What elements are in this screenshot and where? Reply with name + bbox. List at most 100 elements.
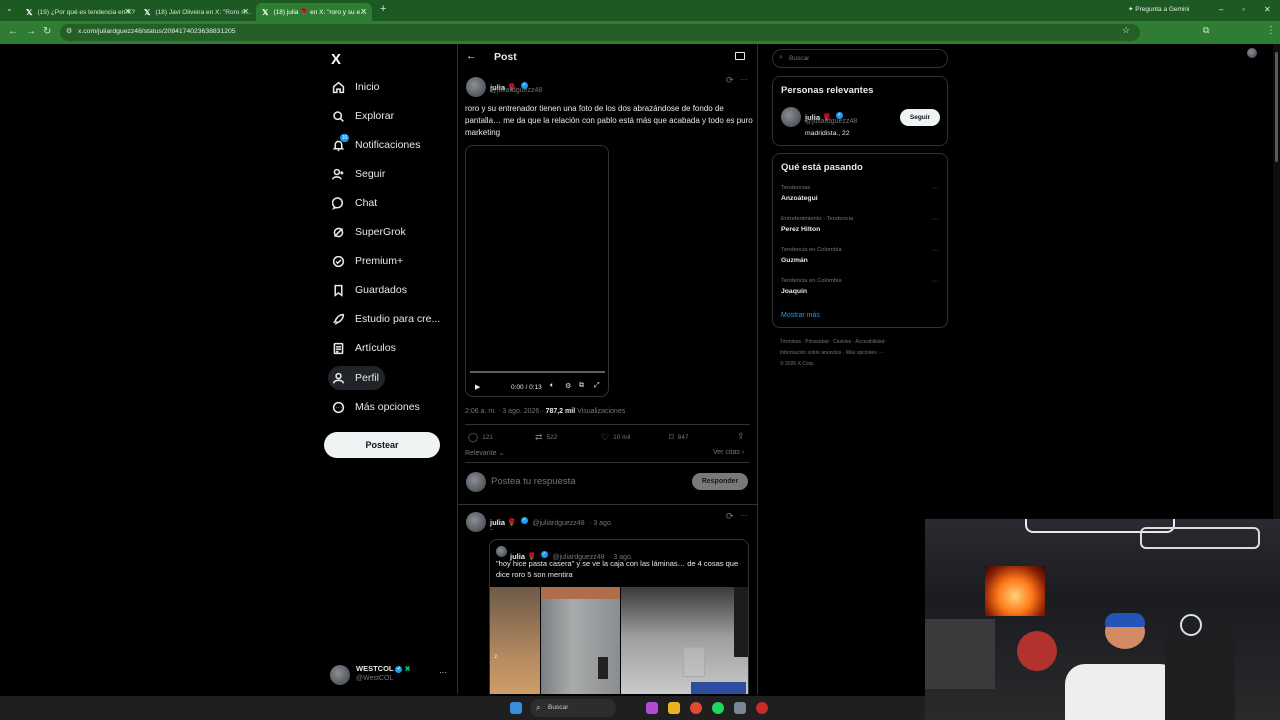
sidebar: X Inicio Explorar 16 Notificaciones Segu…	[324, 44, 458, 694]
avatar[interactable]	[781, 107, 801, 127]
close-icon[interactable]: ✕	[360, 7, 367, 16]
sort-dropdown[interactable]: Relevante ⌄	[465, 449, 504, 457]
back-icon[interactable]: ←	[8, 26, 18, 37]
fullscreen-icon[interactable]: ⤢	[594, 382, 600, 390]
reply-author[interactable]: julia 🌹 ✓ @juliardguezz48 · 3 ago.	[490, 512, 613, 530]
copilot-icon[interactable]	[646, 702, 658, 714]
close-icon[interactable]: ✕	[124, 7, 131, 16]
grok-icon[interactable]: ⟳	[726, 511, 734, 522]
trend-item[interactable]: Joaquín	[781, 288, 807, 295]
sidebar-item-notificaciones[interactable]: 16 Notificaciones	[328, 133, 426, 157]
reply-input[interactable]: Postea tu respuesta	[491, 476, 576, 487]
author-handle[interactable]: @juliardguezz48	[532, 520, 584, 527]
extensions-icon[interactable]: ⧉	[1203, 25, 1209, 36]
app-icon[interactable]	[756, 702, 768, 714]
repost-button[interactable]: ⇄ 522	[535, 432, 557, 443]
new-tab-icon[interactable]: +	[380, 3, 386, 15]
sidebar-item-perfil[interactable]: Perfil	[328, 366, 385, 390]
share-button[interactable]: ⇪	[737, 431, 749, 442]
post-timestamp[interactable]: 2:06 a. m. · 3 ago. 2026 ·	[465, 408, 544, 415]
reload-icon[interactable]: ↻	[43, 26, 51, 37]
profile-avatar-icon[interactable]	[1247, 48, 1257, 58]
trend-item[interactable]: Perez Hilton	[781, 226, 820, 233]
start-icon[interactable]	[510, 702, 522, 714]
sidebar-item-seguir[interactable]: Seguir	[328, 162, 391, 186]
forward-icon[interactable]: →	[26, 26, 36, 37]
browser-tab[interactable]: 𝕏 (18) Javi Oliveira en X: "Roro n… ✕	[138, 3, 254, 21]
sidebar-item-explorar[interactable]: Explorar	[328, 104, 400, 128]
like-button[interactable]: ♡ 10 mil	[601, 432, 630, 443]
divider	[465, 424, 750, 425]
person-handle[interactable]: @juliardguezz48	[805, 118, 857, 125]
reply-submit-button[interactable]: Responder	[692, 473, 748, 490]
taskbar-search[interactable]: ⌕ Buscar	[530, 699, 616, 717]
author-name[interactable]: julia 🌹	[490, 518, 516, 527]
grok-icon[interactable]: ⟳	[726, 75, 734, 86]
close-icon[interactable]: ✕	[242, 7, 249, 16]
sidebar-item-guardados[interactable]: Guardados	[328, 278, 413, 302]
quoted-image[interactable]: ♪	[490, 587, 540, 694]
follow-button[interactable]: Seguir	[900, 109, 940, 126]
sidebar-item-articulos[interactable]: Artículos	[328, 336, 402, 360]
video-progress-bar[interactable]	[470, 371, 605, 373]
sidebar-item-estudio[interactable]: Estudio para cre...	[328, 307, 446, 331]
quoted-image[interactable]	[621, 587, 748, 694]
url-field[interactable]: ⚙ x.com/juliardguezz48/status/2084174023…	[60, 24, 1140, 41]
avatar[interactable]	[466, 512, 486, 532]
site-info-icon[interactable]: ⚙	[66, 27, 72, 35]
more-icon[interactable]: ···	[932, 247, 939, 254]
video-player[interactable]: ▶ 0:00 / 0:13 🔈︎ ⚙ ⧉ ⤢	[465, 145, 609, 397]
more-icon[interactable]: ···	[932, 278, 939, 285]
more-icon[interactable]: ···	[932, 185, 939, 192]
footer-links[interactable]: Términos · Privacidad · Cookies · Accesi…	[780, 339, 888, 345]
trend-item[interactable]: Anzoátegui	[781, 195, 818, 202]
x-logo-icon[interactable]: X	[331, 51, 341, 68]
more-icon[interactable]: ···	[439, 668, 447, 677]
post-button[interactable]: Postear	[324, 432, 440, 458]
quoted-image[interactable]	[541, 587, 620, 694]
browser-menu-icon[interactable]: ⋮	[1266, 25, 1276, 36]
reply-button[interactable]: ◯ 121	[468, 432, 493, 443]
play-icon[interactable]: ▶	[475, 383, 480, 391]
avatar[interactable]	[466, 77, 486, 97]
pip-icon[interactable]: ⧉	[579, 382, 584, 390]
spotify-icon[interactable]	[712, 702, 724, 714]
footer-links[interactable]: Información sobre anuncios · Más opcione…	[780, 350, 883, 356]
quotes-link[interactable]: Ver citas ›	[713, 449, 744, 456]
post-date[interactable]: · 3 ago.	[589, 520, 613, 527]
account-switcher[interactable]: WESTCOL ✓ ✖ @WestCOL ···	[330, 660, 450, 688]
bookmark-button[interactable]: ⌑ 847	[669, 432, 688, 443]
maximize-icon[interactable]: ▫	[1242, 5, 1245, 14]
views-count: 787,2 mil	[545, 408, 576, 415]
volume-icon[interactable]: 🔈︎	[550, 382, 554, 390]
search-input[interactable]: ⌕ Buscar	[772, 49, 948, 68]
file-explorer-icon[interactable]	[668, 702, 680, 714]
relevant-people-card: Personas relevantes julia 🌹 ✓ @juliardgu…	[772, 76, 948, 146]
sidebar-item-premium[interactable]: Premium+	[328, 249, 409, 273]
chrome-icon[interactable]	[690, 702, 702, 714]
more-icon[interactable]: ···	[932, 216, 939, 223]
trend-item[interactable]: Guzmán	[781, 257, 808, 264]
bookmark-star-icon[interactable]: ☆	[1122, 25, 1130, 36]
window-close-icon[interactable]: ✕	[1264, 5, 1271, 14]
reader-mode-icon[interactable]	[735, 52, 745, 60]
scrollbar-thumb[interactable]	[1275, 52, 1278, 162]
sidebar-item-mas-opciones[interactable]: Más opciones	[328, 395, 426, 419]
sidebar-item-inicio[interactable]: Inicio	[328, 75, 386, 99]
quoted-post[interactable]: julia 🌹 ✓ @juliardguezz48 · 3 ago. "hoy …	[489, 539, 749, 694]
settings-icon[interactable]	[734, 702, 746, 714]
tab-list-icon[interactable]: ⌄	[6, 4, 13, 13]
browser-tab-active[interactable]: 𝕏 (18) julia 🌹 en X: "roro y su e… ✕	[256, 3, 372, 21]
settings-icon[interactable]: ⚙	[565, 382, 571, 390]
back-arrow-icon[interactable]: ←	[466, 50, 477, 62]
browser-tab[interactable]: 𝕏 (19) ¿Por qué es tendencia en X? ✕	[20, 3, 136, 21]
sidebar-item-supergrok[interactable]: SuperGrok	[328, 220, 412, 244]
show-more-link[interactable]: Mostrar más	[781, 312, 820, 319]
more-icon[interactable]: ···	[740, 511, 748, 520]
author-handle[interactable]: @juliardguezz48	[490, 87, 542, 94]
minimize-icon[interactable]: –	[1219, 5, 1223, 14]
premium-icon	[330, 253, 346, 269]
more-icon[interactable]: ···	[740, 75, 748, 84]
sidebar-item-chat[interactable]: Chat	[328, 191, 383, 215]
gemini-button[interactable]: ✦ Pregunta a Gemini	[1128, 5, 1189, 13]
